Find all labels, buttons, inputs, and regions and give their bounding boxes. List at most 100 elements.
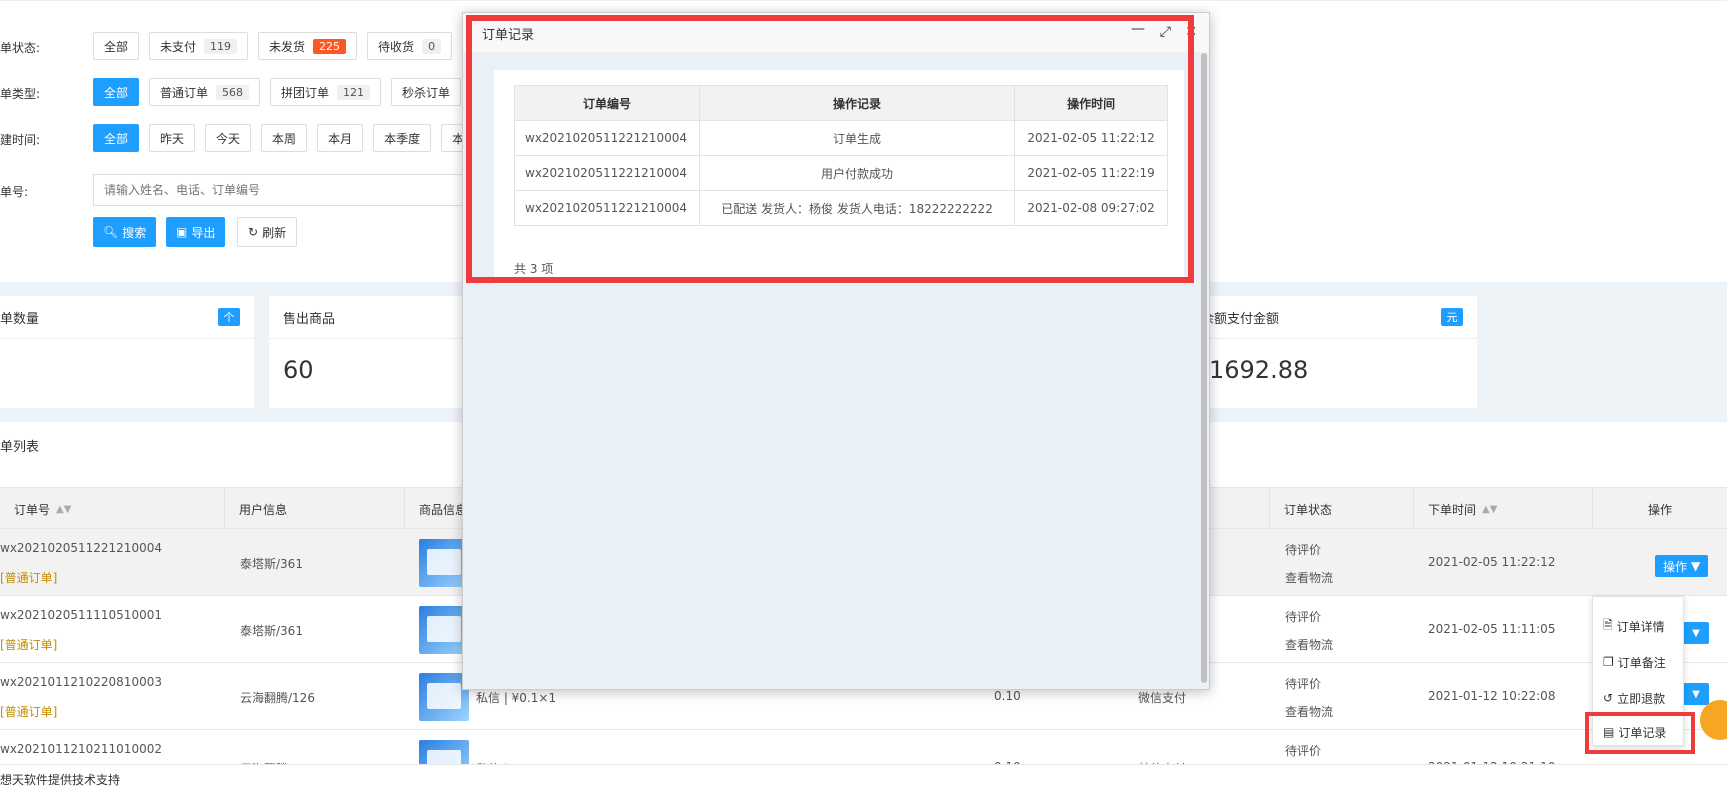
order-no: wx2021020511110510001: [0, 608, 162, 622]
record-col-time: 操作时间: [1014, 85, 1168, 121]
menu-item-order-detail[interactable]: 🗎︎ 订单详情: [1603, 611, 1665, 641]
status-chip-unpaid[interactable]: 未支付 119: [149, 32, 249, 60]
operation-button[interactable]: ▼: [1683, 622, 1709, 644]
type-chip-flash[interactable]: 秒杀订单: [391, 78, 462, 106]
status-chip-all[interactable]: 全部: [93, 32, 140, 60]
time-chip-month[interactable]: 本月: [317, 124, 364, 152]
record-row: wx2021020511221210004 已配送 发货人：杨俊 发货人电话：1…: [514, 190, 1168, 226]
sort-icon: ▲▼: [1482, 503, 1498, 515]
order-time: 2021-02-05 11:11:05: [1428, 622, 1556, 636]
user-info: 泰塔斯/361: [240, 624, 303, 638]
undo-icon: ↺: [1603, 691, 1614, 705]
stat-card-balance: 余额支付金额 元 1692.88: [1195, 296, 1477, 408]
col-order-no[interactable]: 订单号 ▲▼: [0, 488, 224, 530]
order-type-tag: [普通订单]: [0, 571, 58, 585]
save-icon: ▣: [176, 225, 188, 239]
order-status: 待评价: [1285, 610, 1322, 624]
refresh-button[interactable]: ↻ 刷新: [237, 217, 298, 247]
menu-item-refund[interactable]: ↺ 立即退款: [1603, 683, 1665, 713]
record-time: 2021-02-05 11:22:19: [1014, 155, 1168, 191]
record-time: 2021-02-05 11:22:12: [1014, 120, 1168, 156]
status-count: 119: [204, 38, 238, 54]
record-table: 订单编号 操作记录 操作时间 wx2021020511221210004 订单生…: [514, 85, 1168, 226]
order-record-modal: 订单记录 — ⤢ ✕ 订单编号 操作记录 操作时间 wx202102051122…: [462, 12, 1210, 690]
type-count: 121: [337, 84, 371, 100]
time-chip-quarter[interactable]: 本季度: [373, 124, 432, 152]
order-time: 2021-02-05 11:22:12: [1428, 555, 1556, 569]
card-value: 1692.88: [1209, 356, 1309, 384]
time-chip-all[interactable]: 全部: [93, 124, 140, 152]
export-button[interactable]: ▣ 导出: [166, 217, 226, 247]
type-chip-normal[interactable]: 普通订单 568: [149, 78, 261, 106]
list-title: 单列表: [0, 440, 40, 455]
footer: 想天软件提供技术支持: [0, 764, 1727, 794]
modal-scrollbar[interactable]: [1201, 53, 1207, 683]
order-status: 待评价: [1285, 543, 1322, 557]
pay-method: 微信支付: [1138, 691, 1187, 705]
record-row: wx2021020511221210004 订单生成 2021-02-05 11…: [514, 120, 1168, 156]
minimize-icon[interactable]: —: [1131, 20, 1145, 38]
status-chip-pending-receipt[interactable]: 待收货 0: [367, 32, 453, 60]
type-chip-all[interactable]: 全部: [93, 78, 140, 106]
order-status: 待评价: [1285, 744, 1322, 758]
highlight-box-menu: [1585, 712, 1695, 754]
search-icon: 🔍︎: [103, 225, 119, 239]
modal-body: 订单编号 操作记录 操作时间 wx2021020511221210004 订单生…: [494, 70, 1184, 284]
order-type-tag: [普通订单]: [0, 705, 58, 719]
stat-card-orders: 单数量 个: [0, 296, 254, 408]
order-no: wx2021020511221210004: [0, 541, 162, 555]
caret-down-icon: ▼: [1692, 688, 1700, 700]
caret-down-icon: ▼: [1691, 559, 1701, 573]
menu-item-order-note[interactable]: ❐ 订单备注: [1603, 647, 1666, 677]
search-input[interactable]: [93, 174, 473, 206]
order-no-label: 单号:: [0, 185, 29, 199]
caret-down-icon: ▼: [1692, 627, 1700, 639]
record-text: 用户付款成功: [698, 155, 1016, 191]
view-logistics-link[interactable]: 查看物流: [1285, 703, 1333, 720]
record-text: 已配送 发货人：杨俊 发货人电话：18222222222: [698, 190, 1016, 226]
sort-icon: ▲▼: [56, 503, 72, 515]
record-row: wx2021020511221210004 用户付款成功 2021-02-05 …: [514, 155, 1168, 191]
status-count: 225: [313, 38, 347, 54]
time-chip-yesterday[interactable]: 昨天: [149, 124, 196, 152]
order-type-tag: [普通订单]: [0, 638, 58, 652]
card-badge: 元: [1441, 308, 1463, 326]
order-price: 0.10: [994, 689, 1021, 703]
col-time[interactable]: 下单时间 ▲▼: [1413, 488, 1592, 530]
goods-info: 私信 | ¥0.1×1: [476, 691, 557, 705]
time-chips: 全部 昨天 今天 本周 本月 本季度 本: [93, 124, 476, 152]
status-filter-label: 单状态:: [0, 41, 41, 55]
record-text: 订单生成: [698, 120, 1016, 156]
order-time: 2021-01-12 10:22:08: [1428, 689, 1556, 703]
view-logistics-link[interactable]: 查看物流: [1285, 636, 1333, 653]
time-chip-today[interactable]: 今天: [205, 124, 252, 152]
close-icon[interactable]: ✕: [1185, 23, 1197, 41]
col-user: 用户信息: [224, 488, 404, 530]
col-status: 订单状态: [1269, 488, 1413, 530]
status-chip-unshipped[interactable]: 未发货 225: [258, 32, 358, 60]
refresh-icon: ↻: [248, 225, 259, 239]
record-col-record: 操作记录: [698, 85, 1016, 121]
record-total: 共 3 项: [514, 262, 554, 276]
user-info: 云海翻腾/126: [240, 691, 315, 705]
user-info: 泰塔斯/361: [240, 557, 303, 571]
operation-button[interactable]: ▼: [1683, 683, 1709, 705]
type-chip-group[interactable]: 拼团订单 121: [270, 78, 382, 106]
time-chip-week[interactable]: 本周: [261, 124, 308, 152]
type-count: 568: [216, 84, 250, 100]
view-logistics-link[interactable]: 查看物流: [1285, 569, 1333, 586]
record-time: 2021-02-08 09:27:02: [1014, 190, 1168, 226]
operation-button[interactable]: 操作 ▼: [1655, 555, 1709, 577]
card-badge: 个: [218, 308, 240, 326]
copy-icon: ❐: [1603, 655, 1614, 669]
card-value: 60: [283, 356, 314, 384]
maximize-icon[interactable]: ⤢: [1160, 23, 1171, 41]
type-chips: 全部 普通订单 568 拼团订单 121 秒杀订单: [93, 78, 462, 106]
order-status: 待评价: [1285, 677, 1322, 691]
search-button[interactable]: 🔍︎ 搜索: [93, 217, 157, 247]
record-header-row: 订单编号 操作记录 操作时间: [514, 85, 1168, 121]
card-title: 余额支付金额: [1201, 312, 1280, 327]
type-filter-label: 单类型:: [0, 87, 41, 101]
card-title: 单数量: [0, 312, 40, 327]
modal-header: 订单记录 — ⤢ ✕: [463, 13, 1209, 53]
